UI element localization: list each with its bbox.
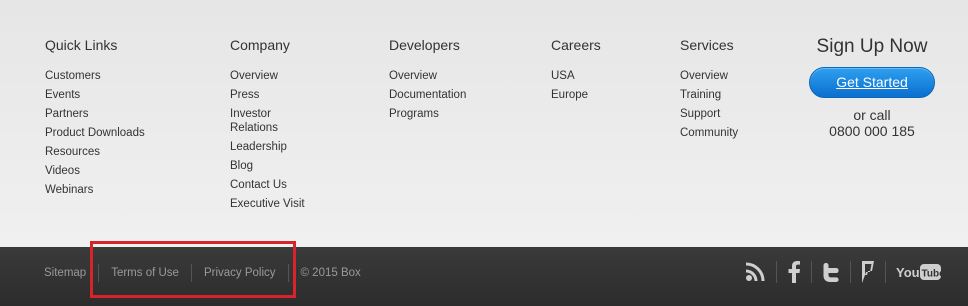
divider — [850, 261, 851, 283]
rss-icon[interactable] — [744, 258, 766, 286]
footer-link-contact-us[interactable]: Contact Us — [230, 179, 287, 191]
column-heading: Careers — [551, 37, 601, 53]
column-heading: Company — [230, 37, 290, 53]
or-call-label: or call — [853, 107, 891, 123]
legal-links: Sitemap Terms of Use Privacy Policy © 20… — [44, 247, 361, 299]
get-started-button[interactable]: Get Started — [809, 67, 935, 98]
footer-link-support[interactable]: Support — [680, 108, 720, 120]
column-heading: Developers — [389, 37, 460, 53]
column-heading: Services — [680, 37, 734, 53]
divider — [776, 261, 777, 283]
foursquare-icon[interactable] — [861, 258, 875, 286]
phone-number: 0800 000 185 — [829, 123, 915, 139]
divider — [885, 261, 886, 283]
column-heading: Quick Links — [45, 37, 118, 53]
social-links: You Tube — [744, 258, 942, 286]
footer-link-leadership[interactable]: Leadership — [230, 141, 287, 153]
privacy-policy-link[interactable]: Privacy Policy — [204, 267, 276, 279]
footer-link-training[interactable]: Training — [680, 89, 721, 101]
divider — [190, 264, 192, 282]
footer-column-careers: Careers USA Europe — [551, 37, 601, 105]
footer-link-services-overview[interactable]: Overview — [680, 70, 728, 82]
footer-link-partners[interactable]: Partners — [45, 108, 88, 120]
svg-text:Tube: Tube — [922, 269, 943, 280]
footer-column-quick-links: Quick Links Customers Events Partners Pr… — [45, 37, 145, 200]
footer-link-developers-overview[interactable]: Overview — [389, 70, 437, 82]
terms-of-use-link[interactable]: Terms of Use — [111, 267, 179, 279]
footer-link-videos[interactable]: Videos — [45, 165, 80, 177]
sitemap-link[interactable]: Sitemap — [44, 267, 86, 279]
footer-column-company: Company Overview Press Investor Relation… — [230, 37, 305, 214]
footer-link-press[interactable]: Press — [230, 89, 259, 101]
divider — [287, 264, 289, 282]
footer-link-webinars[interactable]: Webinars — [45, 184, 93, 196]
footer-link-europe[interactable]: Europe — [551, 89, 588, 101]
footer-link-blog[interactable]: Blog — [230, 160, 253, 172]
footer-link-product-downloads[interactable]: Product Downloads — [45, 127, 145, 139]
youtube-icon[interactable]: You Tube — [896, 258, 942, 286]
facebook-icon[interactable] — [787, 258, 801, 286]
twitter-icon[interactable] — [822, 258, 840, 286]
svg-text:You: You — [896, 265, 920, 280]
signup-panel: Sign Up Now Get Started or call 0800 000… — [808, 36, 936, 139]
divider — [811, 261, 812, 283]
footer-link-events[interactable]: Events — [45, 89, 80, 101]
footer-link-executive-visit[interactable]: Executive Visit — [230, 198, 305, 210]
signup-title: Sign Up Now — [816, 36, 928, 57]
footer-link-company-overview[interactable]: Overview — [230, 70, 278, 82]
footer-link-investor-relations[interactable]: Investor Relations — [230, 107, 300, 135]
footer-link-usa[interactable]: USA — [551, 70, 575, 82]
footer-link-resources[interactable]: Resources — [45, 146, 100, 158]
footer-link-programs[interactable]: Programs — [389, 108, 439, 120]
footer-column-services: Services Overview Training Support Commu… — [680, 37, 738, 143]
footer-top: Quick Links Customers Events Partners Pr… — [0, 0, 968, 247]
footer-link-community[interactable]: Community — [680, 127, 738, 139]
footer-bottom-bar: Sitemap Terms of Use Privacy Policy © 20… — [0, 247, 968, 306]
copyright-text: © 2015 Box — [300, 267, 361, 279]
divider — [98, 264, 100, 282]
footer-link-documentation[interactable]: Documentation — [389, 89, 466, 101]
footer-link-customers[interactable]: Customers — [45, 70, 101, 82]
footer-column-developers: Developers Overview Documentation Progra… — [389, 37, 466, 124]
